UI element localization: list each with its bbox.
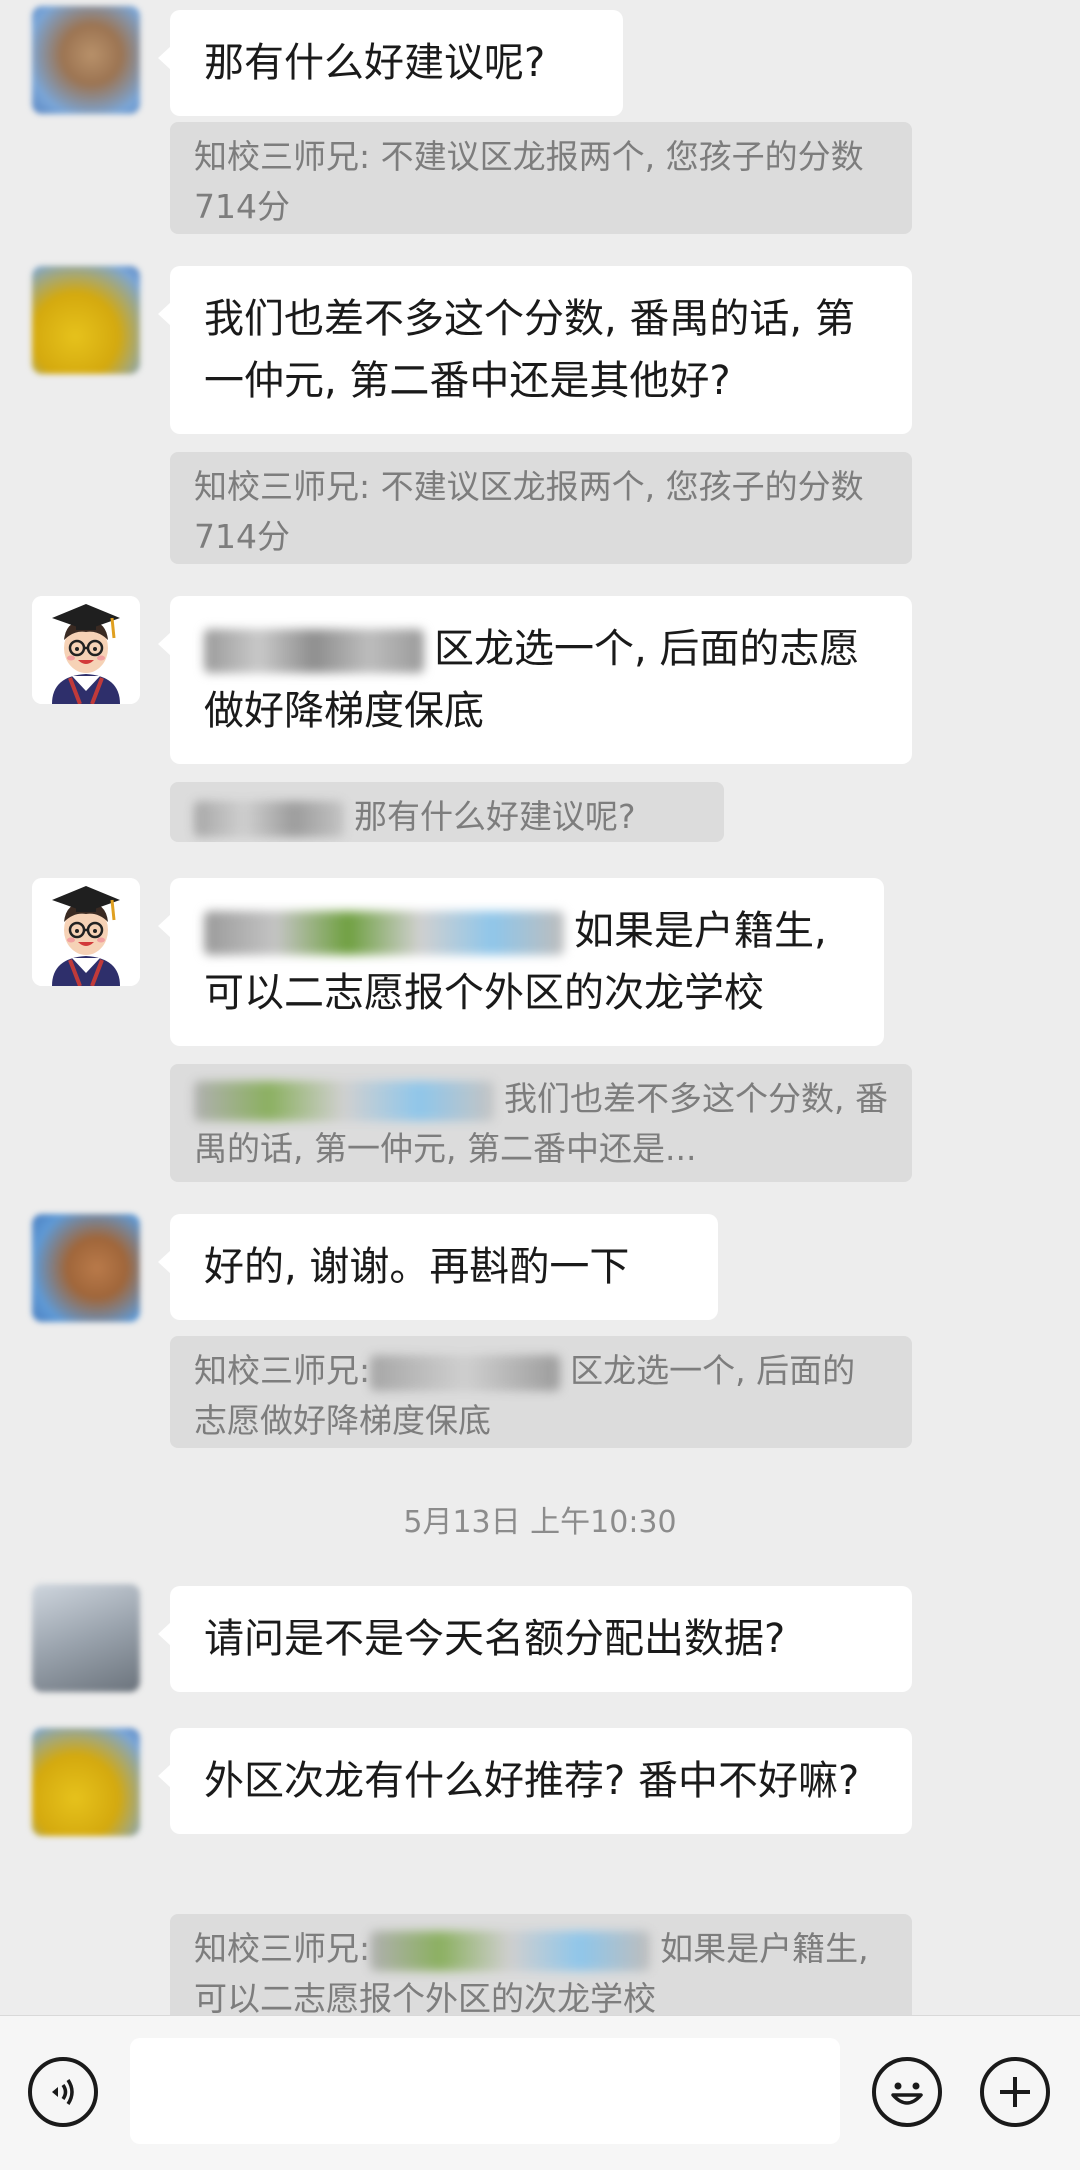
message-text: 请问是不是今天名额分配出数据? (204, 1616, 786, 1662)
message-text: 外区次龙有什么好推荐? 番中不好嘛? (204, 1758, 860, 1804)
quoted-message[interactable]: 我们也差不多这个分数, 番禺的话, 第一仲元, 第二番中还是... (170, 1064, 912, 1182)
message-bubble[interactable]: 好的, 谢谢。再斟酌一下 (158, 1214, 718, 1320)
redacted-mention (204, 911, 564, 955)
message-bubble[interactable]: 如果是户籍生, 可以二志愿报个外区的次龙学校 (158, 878, 884, 1046)
redacted-mention (370, 1354, 561, 1391)
message-bubble[interactable]: 区龙选一个, 后面的志愿做好降梯度保底 (158, 596, 912, 764)
message-text: 我们也差不多这个分数, 番禺的话, 第一仲元, 第二番中还是其他好? (204, 296, 855, 404)
redacted-mention (370, 1930, 651, 1971)
quoted-message[interactable]: 知校三师兄: 如果是户籍生, 可以二志愿报个外区的次龙学校 (170, 1914, 912, 2015)
chat-message-list[interactable]: 那有什么好建议呢? 知校三师兄: 不建议区龙报两个, 您孩子的分数714分 我们… (0, 0, 1080, 2015)
quoted-message[interactable]: 知校三师兄: 区龙选一个, 后面的志愿做好降梯度保底 (170, 1336, 912, 1448)
quoted-message[interactable]: 那有什么好建议呢? (170, 782, 724, 842)
user-avatar[interactable] (32, 266, 140, 374)
quote-text: 知校三师兄: 不建议区龙报两个, 您孩子的分数714分 (194, 467, 864, 556)
message-input[interactable] (130, 2038, 840, 2144)
redacted-mention (204, 629, 424, 673)
user-avatar[interactable] (32, 1728, 140, 1836)
input-bar (0, 2015, 1080, 2170)
redacted-mention (194, 1080, 494, 1121)
user-avatar[interactable] (32, 1584, 140, 1692)
quote-prefix: 知校三师兄: (194, 1929, 371, 1968)
cartoon-graduate-avatar[interactable] (32, 596, 140, 704)
message-bubble[interactable]: 我们也差不多这个分数, 番禺的话, 第一仲元, 第二番中还是其他好? (158, 266, 912, 434)
cartoon-graduate-avatar[interactable] (32, 878, 140, 986)
message-bubble[interactable]: 那有什么好建议呢? (158, 10, 623, 116)
message-text: 好的, 谢谢。再斟酌一下 (204, 1244, 630, 1290)
quoted-message[interactable]: 知校三师兄: 不建议区龙报两个, 您孩子的分数714分 (170, 452, 912, 564)
quoted-message[interactable]: 知校三师兄: 不建议区龙报两个, 您孩子的分数714分 (170, 122, 912, 234)
quote-text: 那有什么好建议呢? (354, 797, 636, 836)
emoji-icon (891, 2082, 923, 2105)
user-avatar[interactable] (32, 6, 140, 114)
message-text: 那有什么好建议呢? (204, 40, 546, 86)
plus-icon (1000, 2077, 1030, 2107)
plus-button[interactable] (980, 2057, 1050, 2127)
timestamp: 5月13日 上午10:30 (403, 1505, 677, 1540)
user-avatar[interactable] (32, 1214, 140, 1322)
graduate-avatar-icon (32, 596, 140, 704)
emoji-button[interactable] (872, 2057, 942, 2127)
quote-text: 知校三师兄: 不建议区龙报两个, 您孩子的分数714分 (194, 137, 864, 226)
quote-prefix: 知校三师兄: (194, 1351, 371, 1390)
message-bubble[interactable]: 外区次龙有什么好推荐? 番中不好嘛? (158, 1728, 912, 1834)
message-bubble[interactable]: 请问是不是今天名额分配出数据? (158, 1586, 912, 1692)
voice-icon (52, 2079, 74, 2105)
voice-button[interactable] (28, 2057, 98, 2127)
redacted-mention (194, 800, 344, 837)
graduate-avatar-icon (32, 878, 140, 986)
